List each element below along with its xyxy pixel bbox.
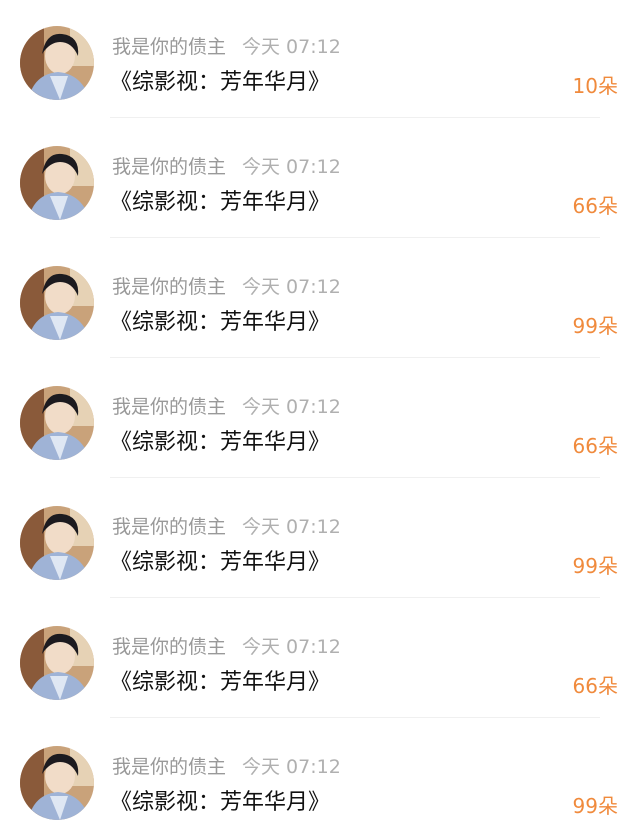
username[interactable]: 我是你的债主 [112, 276, 226, 298]
item-title[interactable]: 《综影视：芳年华月》 [110, 544, 330, 576]
timestamp: 今天 07:12 [242, 636, 341, 658]
item-meta: 我是你的债主 今天 07:12 [112, 392, 341, 419]
timestamp: 今天 07:12 [242, 516, 341, 538]
username[interactable]: 我是你的债主 [112, 756, 226, 778]
item-meta: 我是你的债主 今天 07:12 [112, 32, 341, 59]
avatar[interactable] [20, 266, 94, 340]
list-item[interactable]: 我是你的债主 今天 07:12 《综影视：芳年华月》 66朵 [0, 120, 640, 238]
item-meta: 我是你的债主 今天 07:12 [112, 272, 341, 299]
flower-count: 66朵 [572, 434, 618, 458]
avatar[interactable] [20, 506, 94, 580]
list-item[interactable]: 我是你的债主 今天 07:12 《综影视：芳年华月》 99朵 [0, 240, 640, 358]
list-item[interactable]: 我是你的债主 今天 07:12 《综影视：芳年华月》 66朵 [0, 360, 640, 478]
item-title[interactable]: 《综影视：芳年华月》 [110, 184, 330, 216]
list-item[interactable]: 我是你的债主 今天 07:12 《综影视：芳年华月》 99朵 [0, 480, 640, 598]
user-avatar-photo-icon [20, 626, 94, 700]
flower-count: 66朵 [572, 674, 618, 698]
list-item[interactable]: 我是你的债主 今天 07:12 《综影视：芳年华月》 10朵 [0, 0, 640, 118]
item-title[interactable]: 《综影视：芳年华月》 [110, 664, 330, 696]
item-meta: 我是你的债主 今天 07:12 [112, 152, 341, 179]
username[interactable]: 我是你的债主 [112, 156, 226, 178]
avatar[interactable] [20, 26, 94, 100]
item-title[interactable]: 《综影视：芳年华月》 [110, 304, 330, 336]
avatar[interactable] [20, 626, 94, 700]
timestamp: 今天 07:12 [242, 156, 341, 178]
avatar[interactable] [20, 146, 94, 220]
user-avatar-photo-icon [20, 506, 94, 580]
item-title[interactable]: 《综影视：芳年华月》 [110, 784, 330, 816]
user-avatar-photo-icon [20, 146, 94, 220]
timestamp: 今天 07:12 [242, 276, 341, 298]
flower-count: 66朵 [572, 194, 618, 218]
username[interactable]: 我是你的债主 [112, 36, 226, 58]
item-meta: 我是你的债主 今天 07:12 [112, 512, 341, 539]
item-meta: 我是你的债主 今天 07:12 [112, 752, 341, 779]
flower-count: 99朵 [572, 554, 618, 578]
item-title[interactable]: 《综影视：芳年华月》 [110, 424, 330, 456]
gift-list: 我是你的债主 今天 07:12 《综影视：芳年华月》 10朵 我是你的债主 今天 0… [0, 0, 640, 837]
item-title[interactable]: 《综影视：芳年华月》 [110, 64, 330, 96]
timestamp: 今天 07:12 [242, 36, 341, 58]
user-avatar-photo-icon [20, 386, 94, 460]
flower-count: 99朵 [572, 794, 618, 818]
user-avatar-photo-icon [20, 266, 94, 340]
flower-count: 10朵 [572, 74, 618, 98]
username[interactable]: 我是你的债主 [112, 516, 226, 538]
timestamp: 今天 07:12 [242, 756, 341, 778]
flower-count: 99朵 [572, 314, 618, 338]
list-item[interactable]: 我是你的债主 今天 07:12 《综影视：芳年华月》 99朵 [0, 720, 640, 837]
timestamp: 今天 07:12 [242, 396, 341, 418]
avatar[interactable] [20, 386, 94, 460]
item-meta: 我是你的债主 今天 07:12 [112, 632, 341, 659]
username[interactable]: 我是你的债主 [112, 636, 226, 658]
user-avatar-photo-icon [20, 26, 94, 100]
username[interactable]: 我是你的债主 [112, 396, 226, 418]
list-item[interactable]: 我是你的债主 今天 07:12 《综影视：芳年华月》 66朵 [0, 600, 640, 718]
avatar[interactable] [20, 746, 94, 820]
user-avatar-photo-icon [20, 746, 94, 820]
